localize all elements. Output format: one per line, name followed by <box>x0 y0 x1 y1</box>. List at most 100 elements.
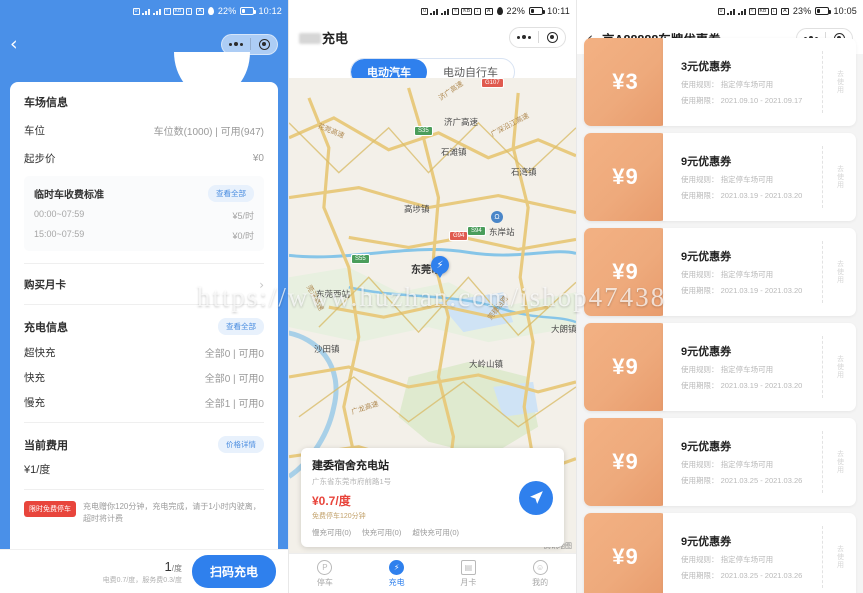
wifi-icon: ≈ <box>452 7 460 15</box>
target-circle-icon[interactable] <box>251 38 277 50</box>
navigation-arrow-icon[interactable] <box>519 480 553 515</box>
station-info-card[interactable]: 建委宿舍充电站 广东省东莞市府前路1号 ¥0.7/度 免费停车120分钟 慢充可… <box>301 448 564 547</box>
navigation-arrow-glyph <box>529 491 543 504</box>
download-icon: ↓ <box>770 7 778 15</box>
more-dots-icon[interactable] <box>510 35 538 39</box>
row-label: 车位 <box>24 125 45 137</box>
battery-percent-label: 22% <box>506 6 526 16</box>
station-tag-superfast: 超快充可用(0) <box>412 528 460 537</box>
charge-row-label: 慢充 <box>24 397 45 409</box>
coupon-text-block: 3元优惠券 使用规则： 指定停车场可用 使用期限： 2021.09.10 - 2… <box>681 58 822 106</box>
bolt-icon: ⚡ <box>389 559 405 575</box>
panel1-header: ‹ <box>0 22 288 66</box>
map-place-label: 高埗镇 <box>404 204 430 214</box>
battery-percent-label: 23% <box>792 6 812 16</box>
coupon-title: 9元优惠券 <box>681 156 732 168</box>
coupon-use-button[interactable]: 去使用 <box>822 526 856 588</box>
coupon-rule: 使用规则： 指定停车场可用 <box>681 365 774 374</box>
coupon-body: 9元优惠券 使用规则： 指定停车场可用 使用期限： 2021.03.19 - 2… <box>663 323 856 411</box>
divider <box>24 489 264 490</box>
coupon-text-block: 9元优惠券 使用规则： 指定停车场可用 使用期限： 2021.03.19 - 2… <box>681 153 822 201</box>
location-icon <box>496 7 503 15</box>
data-rate-icon: KB <box>461 7 473 15</box>
map-station-dot[interactable]: Ω <box>491 211 503 223</box>
sim-icon: 0 <box>717 7 725 15</box>
coupon-body: 9元优惠券 使用规则： 指定停车场可用 使用期限： 2021.03.19 - 2… <box>663 133 856 221</box>
tab-profile[interactable]: ☺ 我的 <box>504 554 576 593</box>
signal-icon-2 <box>152 7 162 15</box>
panel-coupon-list: 0 ≈ KB ↓ A 23% 10:05 ‹ 京A88888车牌优惠券 ¥3 3… <box>576 0 863 593</box>
coupon-text-block: 9元优惠券 使用规则： 指定停车场可用 使用期限： 2021.03.19 - 2… <box>681 248 822 296</box>
location-icon <box>207 7 214 15</box>
buy-monthly-card-label: 购买月卡 <box>24 279 66 291</box>
temp-fee-row: 00:00~07:59 ¥5/时 <box>34 209 254 222</box>
station-availability-tags: 慢充可用(0) 快充可用(0) 超快充可用(0) <box>312 527 553 538</box>
tab-parking[interactable]: P 停车 <box>289 554 361 593</box>
coupon-use-button[interactable]: 去使用 <box>822 241 856 303</box>
current-fee-title: 当前费用 <box>24 439 68 452</box>
map-highway-shield: S94 <box>467 226 486 236</box>
sim-icon: 0 <box>132 7 140 15</box>
coupon-use-button[interactable]: 去使用 <box>822 146 856 208</box>
coupon-body: 9元优惠券 使用规则： 指定停车场可用 使用期限： 2021.03.25 - 2… <box>663 418 856 506</box>
page-title-text: 充电 <box>322 30 349 46</box>
coupon-rule: 使用规则： 指定停车场可用 <box>681 270 774 279</box>
charge-row-superfast: 超快充 全部0 | 可用0 <box>24 345 264 360</box>
list-item[interactable]: ¥9 9元优惠券 使用规则： 指定停车场可用 使用期限： 2021.03.19 … <box>584 133 856 221</box>
coupon-body: 9元优惠券 使用规则： 指定停车场可用 使用期限： 2021.03.25 - 2… <box>663 513 856 593</box>
station-price: ¥0.7/度 <box>312 494 351 508</box>
signal-icon-1 <box>726 7 736 15</box>
more-dots-icon[interactable] <box>222 42 250 46</box>
coupon-use-button[interactable]: 去使用 <box>822 51 856 113</box>
coupon-period: 使用期限： 2021.09.10 - 2021.09.17 <box>681 96 803 105</box>
miniprogram-capsule-panel1[interactable] <box>221 33 278 55</box>
footer-price-sub: 电费0.7/度，服务费0.3/度 <box>102 576 182 584</box>
coupon-rule: 使用规则： 指定停车场可用 <box>681 80 774 89</box>
map-charging-pin[interactable]: ⚡ <box>431 256 449 278</box>
coupon-use-button[interactable]: 去使用 <box>822 336 856 398</box>
clock-label: 10:11 <box>547 6 570 16</box>
map-place-label: 东岸站 <box>489 227 515 237</box>
list-item[interactable]: ¥9 9元优惠券 使用规则： 指定停车场可用 使用期限： 2021.03.25 … <box>584 418 856 506</box>
station-name: 建委宿舍充电站 <box>312 460 389 472</box>
tab-monthly-card[interactable]: ▤ 月卡 <box>433 554 505 593</box>
charge-row-value: 全部1 | 可用0 <box>204 399 264 410</box>
target-circle-icon[interactable] <box>539 31 565 43</box>
view-all-temp-fee-button[interactable]: 查看全部 <box>208 185 254 202</box>
card-icon: ▤ <box>460 559 476 575</box>
miniprogram-capsule-panel2[interactable] <box>509 26 566 48</box>
coupon-use-button[interactable]: 去使用 <box>822 431 856 493</box>
coupon-list[interactable]: ¥3 3元优惠券 使用规则： 指定停车场可用 使用期限： 2021.09.10 … <box>577 32 863 593</box>
back-arrow-icon[interactable]: ‹ <box>10 34 18 54</box>
tab-charging[interactable]: ⚡ 充电 <box>361 554 433 593</box>
list-item[interactable]: ¥9 9元优惠券 使用规则： 指定停车场可用 使用期限： 2021.03.19 … <box>584 228 856 316</box>
panel-parking-detail: 0 ≈ KB ↓ A 22% 10:12 ‹ 车场信息 车位 车位数(1000)… <box>0 0 288 593</box>
footer-price-block: 1/度 电费0.7/度，服务费0.3/度 <box>103 559 182 585</box>
price-detail-button[interactable]: 价格详情 <box>218 436 264 453</box>
charge-row-fast: 快充 全部0 | 可用0 <box>24 370 264 385</box>
coupon-use-label: 去使用 <box>836 165 844 189</box>
coupon-use-label: 去使用 <box>836 450 844 474</box>
charge-row-label: 超快充 <box>24 347 56 359</box>
parking-icon: P <box>317 559 333 575</box>
clock-label: 10:05 <box>833 6 857 16</box>
list-item[interactable]: ¥9 9元优惠券 使用规则： 指定停车场可用 使用期限： 2021.03.19 … <box>584 323 856 411</box>
temp-fee-time: 15:00~07:59 <box>34 229 85 239</box>
buy-monthly-card-row[interactable]: 购买月卡 › <box>24 277 264 292</box>
footer-price-number: 1 <box>164 558 172 574</box>
signal-icon-2 <box>441 7 451 15</box>
map-place-label: 石滩镇 <box>441 147 467 157</box>
status-icons: 0 ≈ KB ↓ <box>421 7 481 15</box>
scan-to-charge-button[interactable]: 扫码充电 <box>191 555 276 588</box>
coupon-body: 9元优惠券 使用规则： 指定停车场可用 使用期限： 2021.03.19 - 2… <box>663 228 856 316</box>
list-item[interactable]: ¥3 3元优惠券 使用规则： 指定停车场可用 使用期限： 2021.09.10 … <box>584 38 856 126</box>
charge-info-title: 充电信息 <box>24 321 68 334</box>
view-all-charge-button[interactable]: 查看全部 <box>218 318 264 335</box>
tab-label: 月卡 <box>460 577 477 587</box>
map-place-label: 济广高速 <box>444 117 479 127</box>
coupon-use-label: 去使用 <box>836 355 844 379</box>
coupon-period: 使用期限： 2021.03.19 - 2021.03.20 <box>681 381 803 390</box>
status-icons: 0 ≈ KB ↓ <box>132 7 193 15</box>
coupon-title: 9元优惠券 <box>681 346 732 358</box>
list-item[interactable]: ¥9 9元优惠券 使用规则： 指定停车场可用 使用期限： 2021.03.25 … <box>584 513 856 593</box>
